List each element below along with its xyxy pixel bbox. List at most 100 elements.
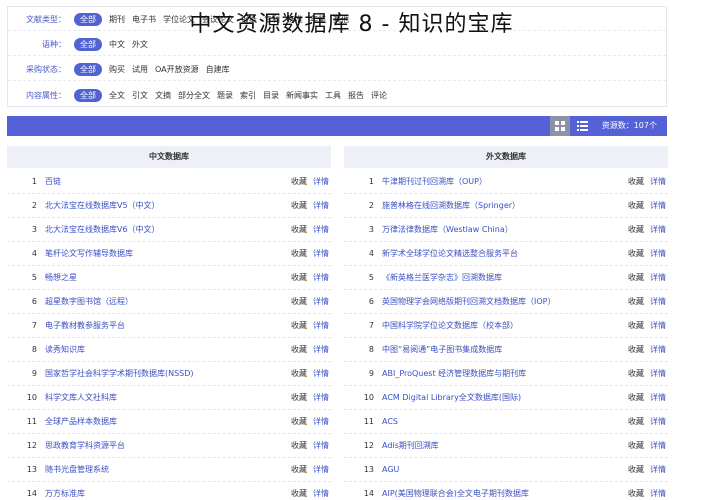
grid-view-icon[interactable] [550,116,570,136]
filter-option[interactable]: 报告 [348,90,364,101]
favorite-button[interactable]: 收藏 [287,296,307,307]
detail-link[interactable]: 详情 [644,368,666,379]
filter-all-button[interactable]: 全部 [74,63,102,76]
filter-option[interactable]: 部分全文 [178,90,210,101]
detail-link[interactable]: 详情 [307,320,329,331]
database-link[interactable]: ABI_ProQuest 经济管理数据库与期刊库 [382,368,624,379]
detail-link[interactable]: 详情 [307,464,329,475]
detail-link[interactable]: 详情 [307,488,329,499]
database-link[interactable]: AGU [382,465,624,474]
database-link[interactable]: 北大法宝在线数据库V5（中文） [45,200,287,211]
detail-link[interactable]: 详情 [307,200,329,211]
filter-option[interactable]: 题录 [217,90,233,101]
filter-all-button[interactable]: 全部 [74,88,102,102]
filter-option[interactable]: 自建库 [206,64,230,75]
detail-link[interactable]: 详情 [644,320,666,331]
database-link[interactable]: 中国科学院学位论文数据库（校本部） [382,320,624,331]
favorite-button[interactable]: 收藏 [624,440,644,451]
detail-link[interactable]: 详情 [644,344,666,355]
filter-option[interactable]: 试用 [132,64,148,75]
filter-option[interactable]: 索引 [240,90,256,101]
favorite-button[interactable]: 收藏 [624,200,644,211]
database-link[interactable]: Adis期刊回溯库 [382,440,624,451]
favorite-button[interactable]: 收藏 [624,320,644,331]
favorite-button[interactable]: 收藏 [624,488,644,499]
detail-link[interactable]: 详情 [644,488,666,499]
detail-link[interactable]: 详情 [307,416,329,427]
favorite-button[interactable]: 收藏 [287,344,307,355]
database-link[interactable]: ACS [382,417,624,426]
favorite-button[interactable]: 收藏 [287,368,307,379]
detail-link[interactable]: 详情 [307,344,329,355]
database-link[interactable]: 万方标准库 [45,488,287,499]
detail-link[interactable]: 详情 [644,224,666,235]
filter-option[interactable]: 购买 [109,64,125,75]
filter-all-button[interactable]: 全部 [74,38,102,51]
detail-link[interactable]: 详情 [644,416,666,427]
favorite-button[interactable]: 收藏 [624,464,644,475]
favorite-button[interactable]: 收藏 [287,488,307,499]
favorite-button[interactable]: 收藏 [287,320,307,331]
database-link[interactable]: 《新英格兰医学杂志》回溯数据库 [382,272,624,283]
database-link[interactable]: 思政教育学科资源平台 [45,440,287,451]
filter-option[interactable]: 中文 [109,39,125,50]
detail-link[interactable]: 详情 [644,200,666,211]
favorite-button[interactable]: 收藏 [287,392,307,403]
filter-option[interactable]: 评论 [371,90,387,101]
detail-link[interactable]: 详情 [307,248,329,259]
favorite-button[interactable]: 收藏 [624,416,644,427]
filter-option[interactable]: 外文 [132,39,148,50]
favorite-button[interactable]: 收藏 [624,272,644,283]
detail-link[interactable]: 详情 [644,440,666,451]
filter-option[interactable]: 文摘 [155,90,171,101]
favorite-button[interactable]: 收藏 [287,200,307,211]
detail-link[interactable]: 详情 [644,464,666,475]
list-view-icon[interactable] [572,116,592,136]
favorite-button[interactable]: 收藏 [624,224,644,235]
database-link[interactable]: 笔杆论文写作辅导数据库 [45,248,287,259]
favorite-button[interactable]: 收藏 [624,176,644,187]
detail-link[interactable]: 详情 [307,272,329,283]
favorite-button[interactable]: 收藏 [287,272,307,283]
filter-option[interactable]: 全文 [109,90,125,101]
favorite-button[interactable]: 收藏 [624,392,644,403]
detail-link[interactable]: 详情 [307,392,329,403]
filter-option[interactable]: 工具 [325,90,341,101]
filter-option[interactable]: 目录 [263,90,279,101]
detail-link[interactable]: 详情 [644,272,666,283]
favorite-button[interactable]: 收藏 [287,224,307,235]
database-link[interactable]: 国家哲学社会科学学术期刊数据库(NSSD) [45,368,287,379]
favorite-button[interactable]: 收藏 [624,344,644,355]
detail-link[interactable]: 详情 [307,224,329,235]
favorite-button[interactable]: 收藏 [287,440,307,451]
detail-link[interactable]: 详情 [644,248,666,259]
database-link[interactable]: 英国物理学会网络版期刊回溯文档数据库（IOP） [382,296,624,307]
favorite-button[interactable]: 收藏 [624,296,644,307]
filter-option[interactable]: 引文 [132,90,148,101]
detail-link[interactable]: 详情 [307,440,329,451]
favorite-button[interactable]: 收藏 [624,368,644,379]
database-link[interactable]: 全球产品样本数据库 [45,416,287,427]
database-link[interactable]: ACM Digital Library全文数据库(国际) [382,392,624,403]
favorite-button[interactable]: 收藏 [287,464,307,475]
filter-option[interactable]: OA开放资源 [155,64,199,75]
database-link[interactable]: 科学文库人文社科库 [45,392,287,403]
database-link[interactable]: 畅想之星 [45,272,287,283]
database-link[interactable]: 超星数字图书馆（远程） [45,296,287,307]
detail-link[interactable]: 详情 [644,392,666,403]
database-link[interactable]: 读秀知识库 [45,344,287,355]
detail-link[interactable]: 详情 [307,176,329,187]
favorite-button[interactable]: 收藏 [287,176,307,187]
database-link[interactable]: 牛津期刊过刊回溯库（OUP） [382,176,624,187]
database-link[interactable]: 新学术全球学位论文精选整合服务平台 [382,248,624,259]
database-link[interactable]: 万律法律数据库（Westlaw China） [382,224,624,235]
database-link[interactable]: AIP(美国物理联合会)全文电子期刊数据库 [382,488,624,499]
database-link[interactable]: 中图“易阅通”电子图书集成数据库 [382,344,624,355]
database-link[interactable]: 百链 [45,176,287,187]
database-link[interactable]: 电子教材教参服务平台 [45,320,287,331]
filter-option[interactable]: 新闻事实 [286,90,318,101]
detail-link[interactable]: 详情 [644,296,666,307]
favorite-button[interactable]: 收藏 [287,416,307,427]
detail-link[interactable]: 详情 [307,368,329,379]
database-link[interactable]: 北大法宝在线数据库V6（中文） [45,224,287,235]
